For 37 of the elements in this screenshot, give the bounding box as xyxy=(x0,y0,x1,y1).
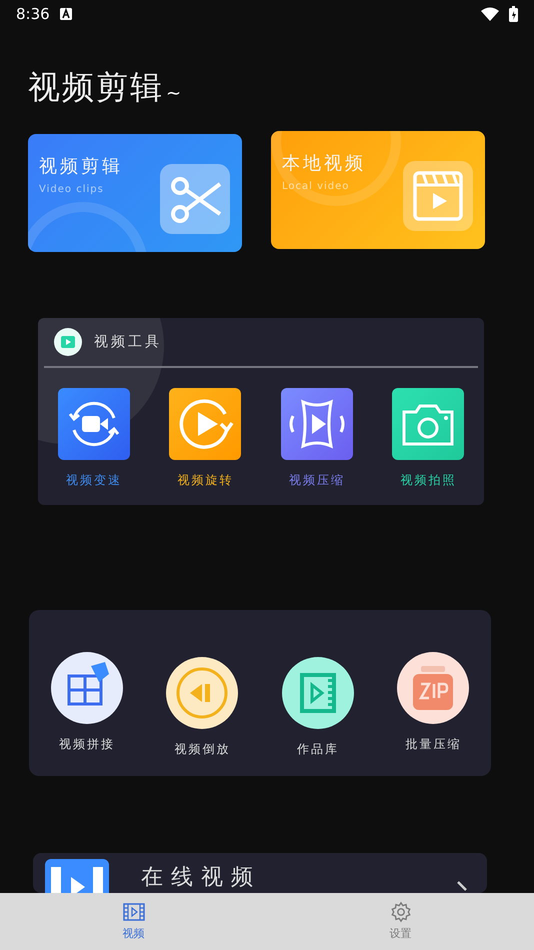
clapper-icon xyxy=(403,161,473,231)
card-title: 本地视频 xyxy=(282,152,366,175)
feature-card[interactable]: 视频剪辑 Video clips xyxy=(28,134,242,252)
film-icon xyxy=(45,859,109,893)
film-icon xyxy=(122,901,144,923)
online-video-title: 在线视频 xyxy=(141,864,262,892)
video-tools-icon xyxy=(54,328,82,356)
card-subtitle: Video clips xyxy=(39,184,104,195)
nav-tab[interactable]: 视频 xyxy=(0,893,267,950)
settings-icon xyxy=(390,901,412,923)
speed-tool-icon[interactable] xyxy=(58,388,130,460)
title-tilde: ~ xyxy=(166,83,182,104)
nav-tab[interactable]: 设置 xyxy=(267,893,534,950)
reverse-icon[interactable] xyxy=(166,657,238,729)
battery-icon xyxy=(509,6,518,22)
feature-card[interactable]: 本地视频 Local video xyxy=(271,131,485,249)
tool-label: 视频倒放 xyxy=(174,741,230,758)
tool-label: 作品库 xyxy=(296,741,339,758)
tool-label: 视频压缩 xyxy=(288,472,345,489)
card-subtitle: Local video xyxy=(282,181,350,192)
card-title: 视频剪辑 xyxy=(39,155,123,178)
zip-icon[interactable] xyxy=(397,652,470,724)
tool-label: 视频变速 xyxy=(66,472,122,489)
page-title: 视频剪辑 xyxy=(28,67,164,108)
scissors-icon xyxy=(160,164,230,234)
wifi-icon xyxy=(481,7,499,21)
online-video-card[interactable]: 在线视频 xyxy=(33,853,487,893)
keyboard-notification-icon xyxy=(60,8,72,20)
chevron-right-icon xyxy=(457,881,467,891)
tool-label: 批量压缩 xyxy=(405,736,462,753)
tool-label: 视频旋转 xyxy=(177,472,234,489)
compress-tool-icon[interactable] xyxy=(280,388,353,460)
tool-label: 视频拍照 xyxy=(400,472,456,489)
tools-title: 视频工具 xyxy=(94,333,162,351)
tool-label: 视频拼接 xyxy=(58,736,115,753)
status-time: 8:36 xyxy=(16,5,50,23)
library-icon[interactable] xyxy=(282,657,354,729)
